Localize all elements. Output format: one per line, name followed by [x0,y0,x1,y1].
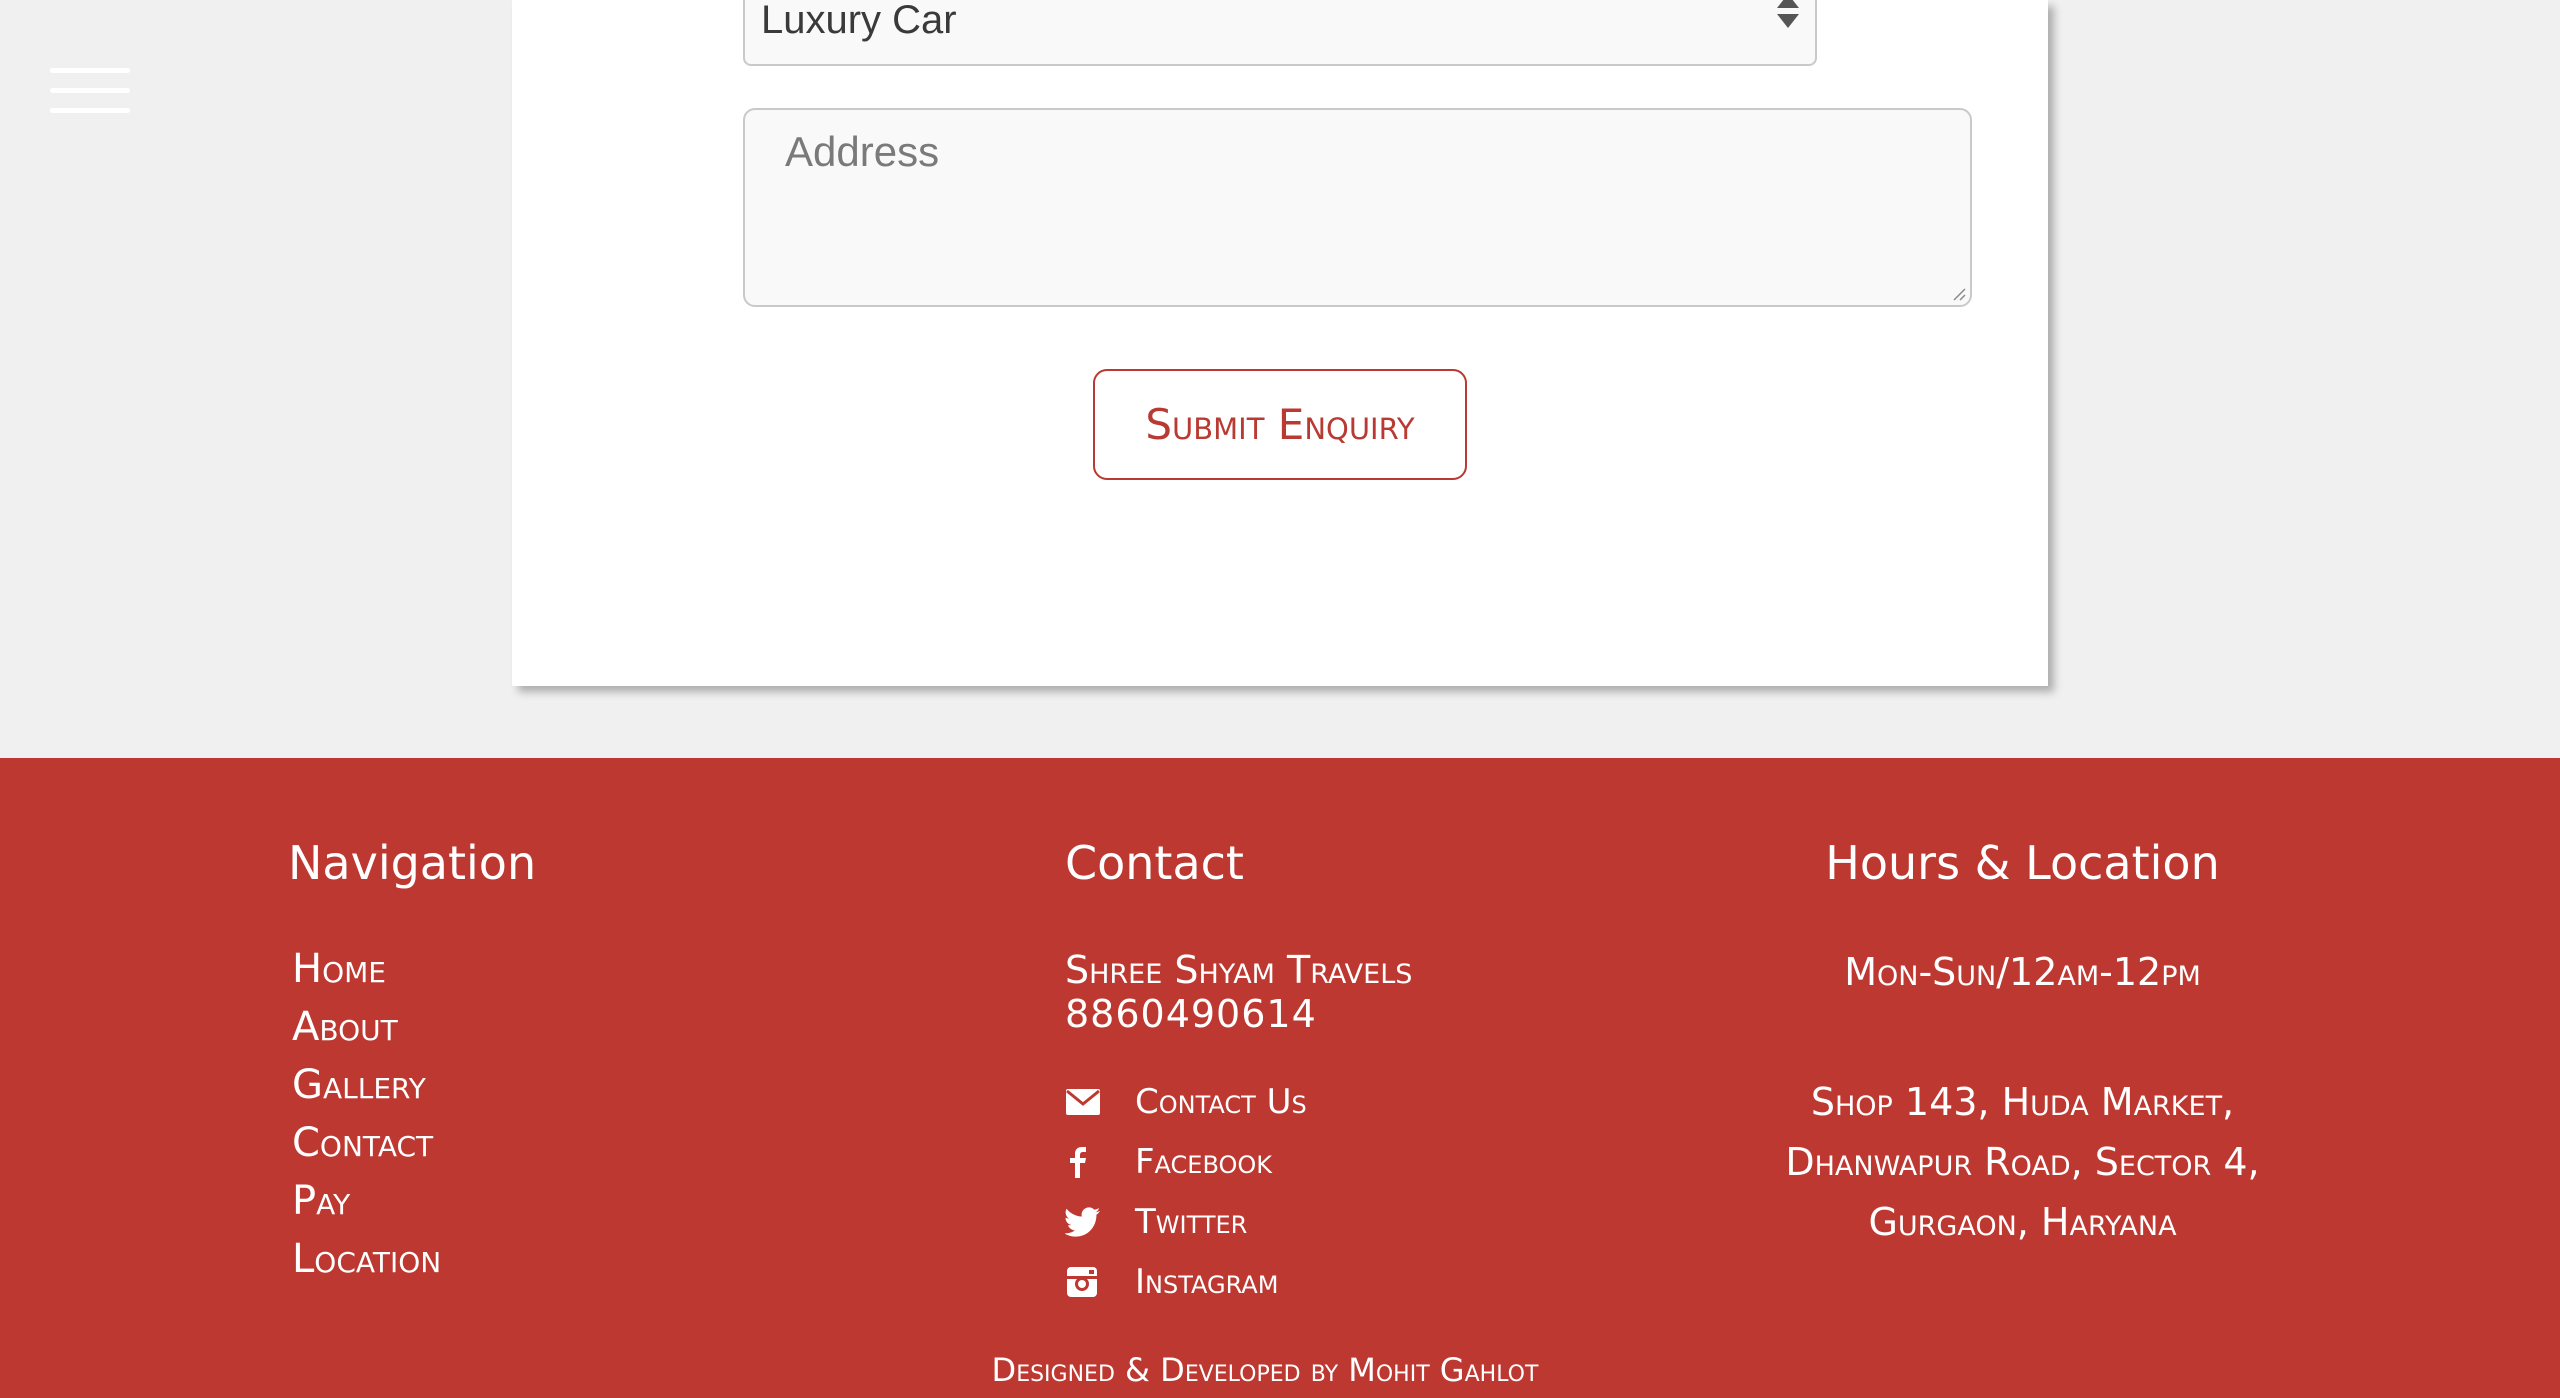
site-footer: Navigation Contact Hours & Location Home… [0,758,2560,1398]
contact-us-label: Contact Us [1135,1082,1307,1122]
contact-links-list: Contact Us Facebook Twitter Instagram [1065,1072,1307,1312]
footer-nav-gallery-link[interactable]: Gallery [292,1056,441,1114]
enquiry-form-card [512,0,2048,686]
mail-icon [1066,1089,1100,1115]
contact-heading: Contact [1065,836,1244,890]
footer-nav-location-link[interactable]: Location [292,1230,441,1288]
footer-nav-about-link[interactable]: About [292,998,441,1056]
footer-nav-home-link[interactable]: Home [292,940,441,998]
facebook-label: Facebook [1135,1142,1273,1182]
facebook-link[interactable]: Facebook [1065,1132,1307,1192]
navigation-heading: Navigation [288,836,537,890]
address-input[interactable] [743,108,1972,307]
twitter-label: Twitter [1135,1202,1248,1242]
contact-us-link[interactable]: Contact Us [1065,1072,1307,1132]
phone-number: 8860490614 [1065,992,1317,1036]
menu-bar [50,108,130,113]
instagram-link[interactable]: Instagram [1065,1252,1307,1312]
footer-nav-list: Home About Gallery Contact Pay Location [292,940,441,1288]
instagram-label: Instagram [1135,1262,1279,1302]
footer-nav-pay-link[interactable]: Pay [292,1172,441,1230]
hamburger-menu-icon[interactable] [50,68,130,116]
hours-location-heading: Hours & Location [1825,836,2220,890]
address-line: Dhanwapur Road, Sector 4, [1785,1140,2260,1184]
footer-credits: Designed & Developed by Mohit Gahlot [991,1351,1539,1389]
business-address: Shop 143, Huda Market, Dhanwapur Road, S… [1600,1072,2445,1252]
facebook-icon [1070,1147,1086,1178]
vehicle-type-select[interactable]: Luxury Car [743,0,1817,66]
vehicle-type-selected-value: Luxury Car [761,0,957,42]
hours-location-info: Mon-Sun/12am-12pm Shop 143, Huda Market,… [1600,950,2445,1252]
address-line: Gurgaon, Haryana [1868,1200,2177,1244]
select-arrows-icon [1777,0,1799,34]
menu-bar [50,88,130,93]
menu-bar [50,68,130,73]
twitter-icon [1065,1207,1100,1237]
resize-handle-icon[interactable] [1952,287,1966,301]
opening-hours: Mon-Sun/12am-12pm [1844,950,2201,994]
instagram-icon [1067,1267,1097,1297]
twitter-link[interactable]: Twitter [1065,1192,1307,1252]
contact-info: Shree Shyam Travels 8860490614 [1065,948,1412,1036]
submit-enquiry-button[interactable]: Submit Enquiry [1093,369,1467,480]
address-line: Shop 143, Huda Market, [1810,1080,2235,1124]
footer-nav-contact-link[interactable]: Contact [292,1114,441,1172]
company-name: Shree Shyam Travels [1065,948,1413,992]
